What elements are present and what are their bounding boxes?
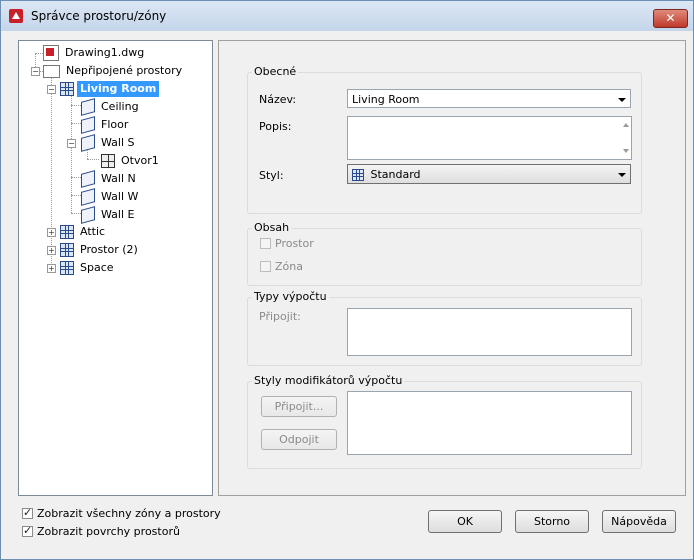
help-button[interactable]: Nápověda [602,510,676,533]
tree-line [71,123,81,124]
title-bar: Správce prostoru/zóny ✕ [1,1,693,31]
attach-modifier-button[interactable]: Připojit... [261,396,337,417]
surface-icon [81,188,95,206]
window-title: Správce prostoru/zóny [31,9,167,23]
scroll-down-icon[interactable] [623,149,629,153]
general-group-title: Obecné [252,65,299,78]
space-icon [60,261,74,275]
folder-icon [43,64,60,78]
space-icon [60,82,74,96]
opening-icon [101,154,115,168]
space-style-icon [352,169,364,181]
zone-checkbox[interactable] [260,261,271,272]
space-checkbox[interactable] [260,238,271,249]
name-value: Living Room [352,93,420,106]
scroll-up-icon[interactable] [623,123,629,127]
show-all-zones-checkbox[interactable] [22,506,33,519]
detach-modifier-button[interactable]: Odpojit [261,429,337,450]
space-checkbox-label: Prostor [275,237,314,250]
autocad-logo-icon [9,9,23,23]
surface-icon [81,98,95,116]
name-combobox[interactable]: Living Room [347,89,631,108]
tree-item-living-room[interactable]: Living Room [60,81,160,97]
calc-types-list[interactable] [347,308,632,356]
close-button[interactable]: ✕ [653,9,688,28]
style-value: Standard [370,168,421,181]
style-dropdown[interactable]: Standard [347,164,631,184]
name-label: Název: [259,93,297,106]
properties-panel: Obecné Název: Living Room Popis: Styl: S… [218,40,686,496]
show-space-surfaces-label: Zobrazit povrchy prostorů [37,525,180,538]
style-label: Styl: [259,169,284,182]
tree-item-opening[interactable]: Otvor1 [101,153,162,169]
tree-item-space[interactable]: Space [60,260,117,276]
surface-icon [81,170,95,188]
tree-line [87,159,99,160]
cancel-button[interactable]: Storno [515,510,589,533]
expand-toggle[interactable]: + [47,228,56,237]
tree-line [71,213,81,214]
tree-item-floor[interactable]: Floor [81,116,131,134]
tree-item-wall-e[interactable]: Wall E [81,206,137,224]
surface-icon [81,206,95,224]
tree-line [71,177,81,178]
space-zone-tree[interactable]: − − − + + + Drawing1.dwg Nepřipojené pro… [18,40,213,496]
zone-checkbox-label: Zóna [275,260,303,273]
space-icon [60,225,74,239]
calc-types-group-title: Typy výpočtu [252,290,329,303]
contents-group-title: Obsah [252,221,292,234]
tree-line [71,105,81,106]
collapse-toggle[interactable]: − [31,67,40,76]
surface-icon [81,134,95,152]
expand-toggle[interactable]: + [47,246,56,255]
space-icon [60,243,74,257]
collapse-toggle[interactable]: − [67,139,76,148]
tree-line [51,75,52,267]
tree-item-wall-n[interactable]: Wall N [81,170,139,188]
calc-modifiers-group-title: Styly modifikátorů výpočtu [252,374,405,387]
calc-modifiers-list[interactable] [347,391,632,455]
show-all-zones-label: Zobrazit všechny zóny a prostory [37,507,221,520]
calc-attach-label: Připojit: [259,310,301,323]
tree-item-prostor-2[interactable]: Prostor (2) [60,242,141,258]
tree-item-unattached-spaces[interactable]: Nepřipojené prostory [43,63,185,79]
tree-item-drawing[interactable]: Drawing1.dwg [43,45,147,61]
surface-icon [81,116,95,134]
dwg-file-icon [43,45,59,61]
show-space-surfaces-checkbox[interactable] [22,524,33,537]
chevron-down-icon[interactable] [618,98,626,102]
tree-item-wall-w[interactable]: Wall W [81,188,141,206]
ok-button[interactable]: OK [428,510,502,533]
expand-toggle[interactable]: + [47,264,56,273]
tree-item-ceiling[interactable]: Ceiling [81,98,142,116]
collapse-toggle[interactable]: − [47,85,56,94]
description-textarea[interactable] [347,116,632,160]
chevron-down-icon[interactable] [618,173,626,177]
tree-item-attic[interactable]: Attic [60,224,108,240]
tree-item-wall-s[interactable]: Wall S [81,134,138,152]
description-label: Popis: [259,120,292,133]
tree-line [71,195,81,196]
